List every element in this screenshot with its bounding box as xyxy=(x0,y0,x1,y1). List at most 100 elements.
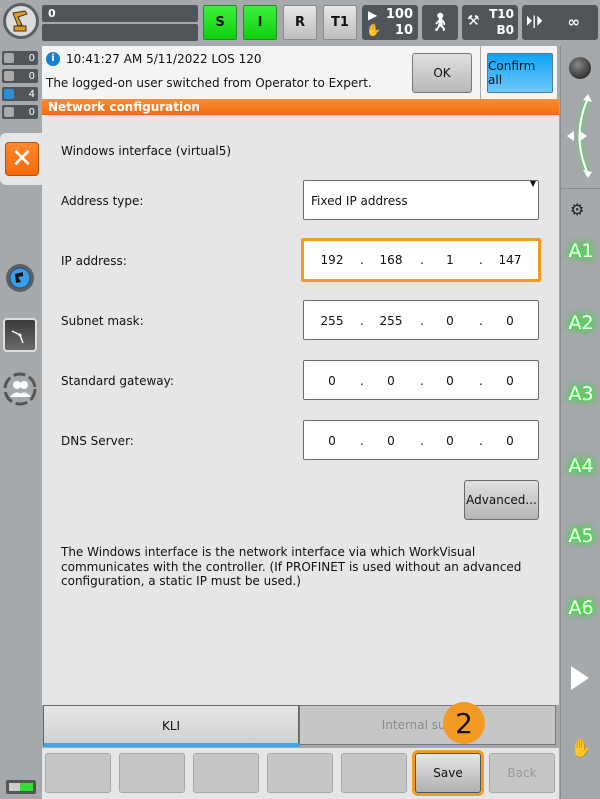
back-button[interactable]: Back xyxy=(489,753,555,793)
ip-octet-2[interactable]: 168 xyxy=(371,253,411,267)
axis-a2-button[interactable]: A2 xyxy=(565,312,597,334)
robot-config-button[interactable] xyxy=(4,262,36,294)
step-badge: 2 xyxy=(443,702,485,744)
wait-message-icon xyxy=(4,107,14,117)
start-button[interactable] xyxy=(570,665,590,691)
status-messages-counter[interactable]: 0 xyxy=(2,69,38,83)
tool-value: T10 xyxy=(489,7,514,21)
space-mouse-button[interactable] xyxy=(563,90,597,182)
ip-dot: . xyxy=(479,314,483,328)
subnet-octet-2[interactable]: 255 xyxy=(371,314,411,328)
operating-mode-button[interactable]: T1 xyxy=(323,5,357,40)
tool-icon: ⚒ xyxy=(467,13,480,29)
ip-dot: . xyxy=(420,434,424,448)
user-group-button[interactable] xyxy=(2,371,38,407)
tab-internal-subnet[interactable]: Internal sub xyxy=(299,705,556,745)
dns-server-label: DNS Server: xyxy=(61,434,134,448)
axis-a3-button[interactable]: A3 xyxy=(565,383,597,405)
ip-dot: . xyxy=(360,253,364,267)
ip-dot: . xyxy=(360,434,364,448)
subnet-octet-3[interactable]: 0 xyxy=(430,314,470,328)
address-type-value: Fixed IP address xyxy=(311,194,408,208)
gear-robot-icon xyxy=(6,264,34,292)
robot-icon xyxy=(12,10,28,32)
ip-octet-4[interactable]: 147 xyxy=(490,253,530,267)
program-line-field[interactable] xyxy=(42,24,198,41)
address-type-label: Address type: xyxy=(61,194,144,208)
status-message-icon xyxy=(4,71,14,81)
play-icon xyxy=(571,666,589,690)
axis-a5-button[interactable]: A5 xyxy=(565,525,597,547)
active-tab-indicator xyxy=(44,743,300,747)
ip-dot: . xyxy=(420,314,424,328)
main-menu-button[interactable] xyxy=(3,3,39,39)
dns-server-field[interactable]: 0 . 0 . 0 . 0 xyxy=(303,420,539,460)
ip-dot: . xyxy=(420,374,424,388)
right-bar-divider xyxy=(560,46,561,799)
confirm-all-button[interactable]: Confirm all xyxy=(487,53,553,93)
info-message-icon xyxy=(4,89,14,99)
increment-value: ∞ xyxy=(567,13,581,31)
info-messages-counter[interactable]: 4 xyxy=(2,87,38,101)
subnet-mask-label: Subnet mask: xyxy=(61,314,144,328)
axis-a6-button[interactable]: A6 xyxy=(565,597,597,619)
dns-octet-3[interactable]: 0 xyxy=(430,434,470,448)
interface-label: Windows interface (virtual5) xyxy=(61,144,232,158)
axis-a1-button[interactable]: A1 xyxy=(565,240,597,262)
subnet-octet-1[interactable]: 255 xyxy=(312,314,352,328)
incremental-jog-icon: ⏵|⏵ xyxy=(526,14,543,28)
ip-octet-1[interactable]: 192 xyxy=(312,253,352,267)
subnet-octet-4[interactable]: 0 xyxy=(490,314,530,328)
curved-arrows-icon xyxy=(567,94,592,178)
ip-address-field[interactable]: 192 . 168 . 1 . 147 xyxy=(301,238,541,282)
ack-messages-counter[interactable]: 0 xyxy=(2,51,38,65)
jog-robot-icon[interactable]: ⚙ xyxy=(570,200,584,219)
standard-gateway-field[interactable]: 0 . 0 . 0 . 0 xyxy=(303,360,539,400)
ip-octet-3[interactable]: 1 xyxy=(430,253,470,267)
ip-dot: . xyxy=(360,374,364,388)
ok-button[interactable]: OK xyxy=(412,53,472,93)
softkey-1[interactable] xyxy=(45,753,111,793)
gateway-octet-2[interactable]: 0 xyxy=(371,374,411,388)
ip-dot: . xyxy=(360,314,364,328)
tab-kli[interactable]: KLI xyxy=(43,705,299,746)
drives-status[interactable]: I xyxy=(243,5,277,40)
clock-button[interactable] xyxy=(3,318,37,352)
increment-button[interactable]: ⏵|⏵ ∞ xyxy=(522,5,598,40)
ip-dot: . xyxy=(420,253,424,267)
info-icon: i xyxy=(46,52,60,66)
tool-base-button[interactable]: ⚒ T10 B0 xyxy=(462,5,518,40)
dns-octet-2[interactable]: 0 xyxy=(371,434,411,448)
robot-interpreter-status[interactable]: R xyxy=(283,5,317,40)
status-count: 0 xyxy=(28,70,35,82)
save-button[interactable]: Save xyxy=(415,753,481,793)
ip-address-label: IP address: xyxy=(61,254,127,268)
close-button[interactable]: ✕ xyxy=(5,142,39,176)
override-button[interactable]: ▶ 100 ✋ 10 xyxy=(362,5,418,40)
advanced-button[interactable]: Advanced... xyxy=(464,480,539,520)
dns-octet-1[interactable]: 0 xyxy=(312,434,352,448)
address-type-select[interactable]: Fixed IP address ▼ xyxy=(303,179,539,220)
coordinate-system-button[interactable] xyxy=(569,57,591,79)
dns-octet-4[interactable]: 0 xyxy=(490,434,530,448)
base-value: B0 xyxy=(496,23,515,37)
gateway-octet-3[interactable]: 0 xyxy=(430,374,470,388)
gateway-octet-4[interactable]: 0 xyxy=(490,374,530,388)
gateway-octet-1[interactable]: 0 xyxy=(312,374,352,388)
ack-message-icon xyxy=(4,53,14,63)
softkey-3[interactable] xyxy=(193,753,259,793)
info-description: The Windows interface is the network int… xyxy=(61,545,522,588)
hand-guide-button[interactable]: ✋ xyxy=(570,738,592,759)
program-name-field[interactable]: 0 xyxy=(42,5,198,22)
hand-icon: ✋ xyxy=(570,738,593,759)
softkey-5[interactable] xyxy=(341,753,407,793)
softkey-2[interactable] xyxy=(119,753,185,793)
hand-icon: ✋ xyxy=(366,23,381,37)
jog-mode-button[interactable]: 🚶︎ xyxy=(422,5,458,40)
submit-interpreter-status[interactable]: S xyxy=(203,5,237,40)
softkey-4[interactable] xyxy=(267,753,333,793)
axis-a4-button[interactable]: A4 xyxy=(565,455,597,477)
page-title: Network configuration xyxy=(42,99,559,115)
subnet-mask-field[interactable]: 255 . 255 . 0 . 0 xyxy=(303,300,539,340)
wait-messages-counter[interactable]: 0 xyxy=(2,105,38,119)
